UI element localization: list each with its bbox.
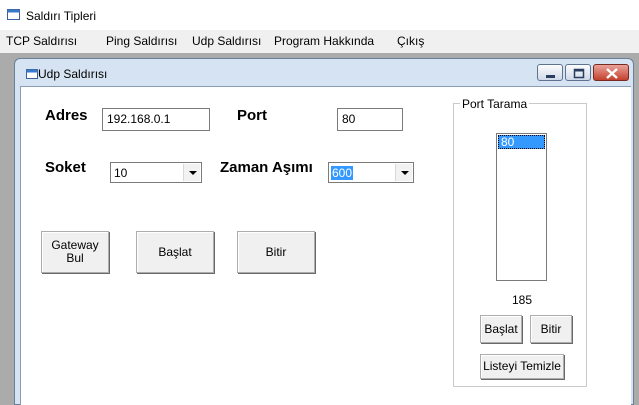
chevron-down-icon[interactable] bbox=[395, 164, 412, 181]
clear-list-button[interactable]: Listeyi Temizle bbox=[480, 354, 564, 379]
port-list[interactable]: 80 bbox=[496, 133, 547, 281]
scan-stop-button[interactable]: Bitir bbox=[530, 315, 572, 343]
child-window-icon bbox=[26, 67, 38, 79]
scan-start-button[interactable]: Başlat bbox=[480, 315, 522, 343]
menu-ping[interactable]: Ping Saldırısı bbox=[106, 34, 177, 48]
gateway-button[interactable]: Gateway Bul bbox=[41, 231, 109, 273]
address-input[interactable]: 192.168.0.1 bbox=[102, 108, 210, 131]
child-window-title: Udp Saldırısı bbox=[38, 67, 108, 81]
port-input[interactable]: 80 bbox=[337, 108, 403, 131]
menu-exit[interactable]: Çıkış bbox=[397, 34, 424, 48]
stop-button[interactable]: Bitir bbox=[237, 231, 315, 273]
port-scan-group-label: Port Tarama bbox=[460, 97, 530, 111]
maximize-icon bbox=[573, 68, 585, 79]
close-icon bbox=[606, 68, 618, 79]
menu-tcp[interactable]: TCP Saldırısı bbox=[6, 34, 77, 48]
menu-udp[interactable]: Udp Saldırısı bbox=[192, 34, 261, 48]
socket-label: Soket bbox=[45, 159, 86, 176]
window-app-icon bbox=[7, 8, 20, 21]
timeout-label: Zaman Aşımı bbox=[220, 159, 313, 176]
maximize-button[interactable] bbox=[565, 64, 591, 81]
socket-combo[interactable]: 10 bbox=[110, 162, 202, 183]
port-count: 185 bbox=[512, 293, 533, 307]
menu-about[interactable]: Program Hakkında bbox=[274, 34, 374, 48]
chevron-down-icon[interactable] bbox=[183, 164, 200, 181]
app-title: Saldırı Tipleri bbox=[26, 9, 97, 23]
address-label: Adres bbox=[45, 107, 88, 124]
minimize-button[interactable] bbox=[537, 64, 563, 81]
timeout-combo-value: 600 bbox=[331, 166, 354, 180]
start-button[interactable]: Başlat bbox=[136, 231, 214, 273]
minimize-icon bbox=[546, 75, 555, 78]
close-button[interactable] bbox=[593, 64, 629, 81]
socket-combo-value: 10 bbox=[114, 166, 128, 180]
gateway-button-line2: Bul bbox=[66, 251, 84, 265]
list-item[interactable]: 80 bbox=[498, 135, 545, 149]
timeout-combo[interactable]: 600 bbox=[328, 162, 414, 183]
port-label: Port bbox=[237, 107, 267, 124]
